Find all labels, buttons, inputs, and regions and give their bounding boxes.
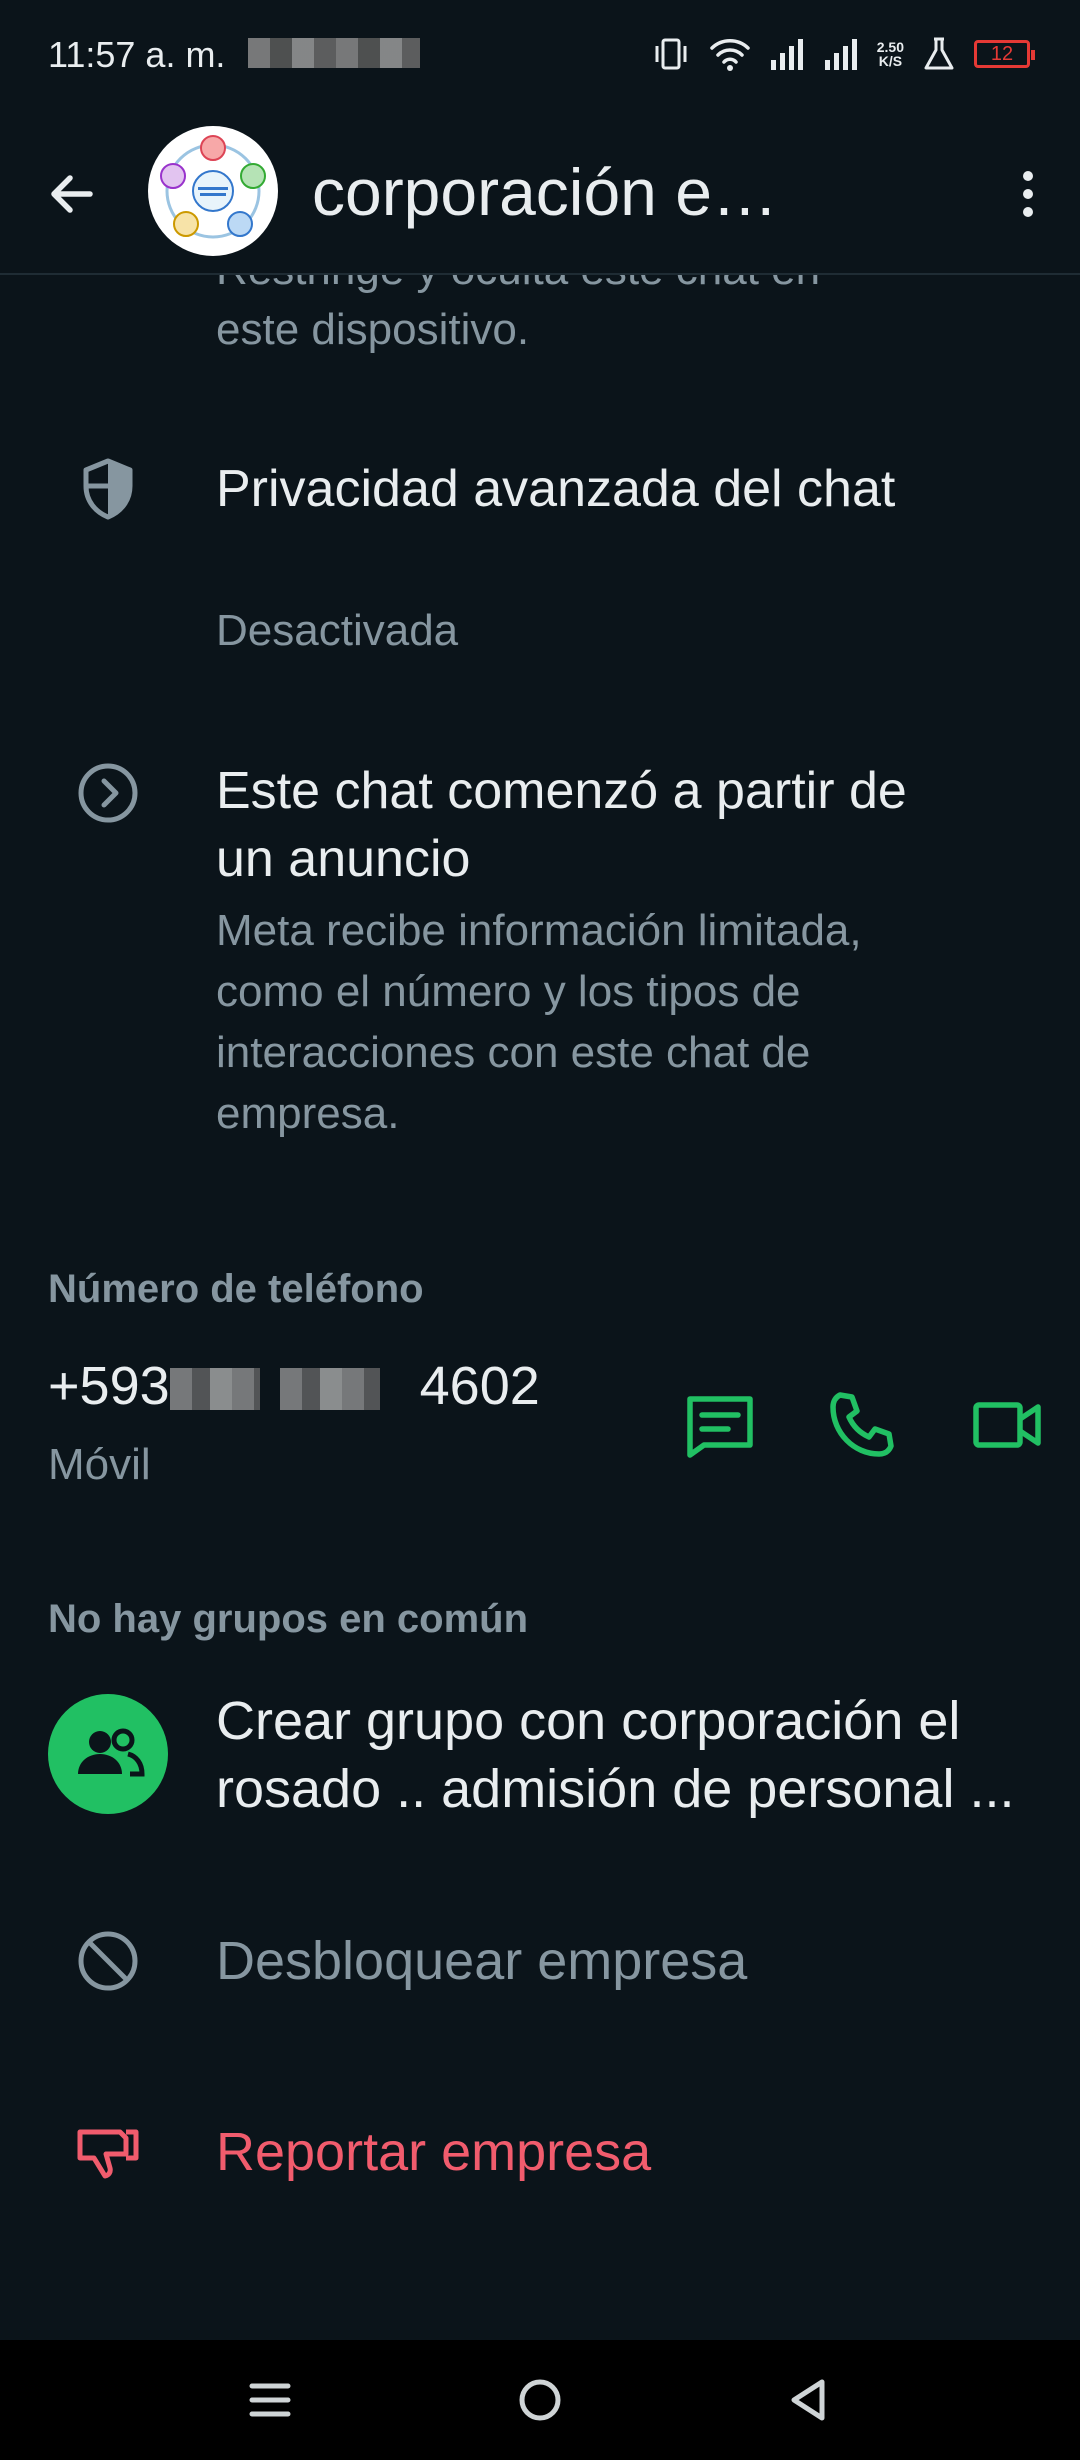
video-call-icon[interactable] (968, 1385, 1048, 1465)
home-nav-icon[interactable] (510, 2370, 570, 2430)
thumbs-down-icon (77, 2129, 139, 2179)
signal-icon-1 (770, 39, 803, 70)
block-icon (78, 1931, 138, 1991)
phone-number-redacted (170, 1368, 260, 1410)
ad-origin-title: Este chat comenzó a partir de un anuncio (216, 762, 907, 888)
groups-section-heading: No hay grupos en común (48, 1597, 529, 1641)
phone-section-heading: Número de teléfono (48, 1267, 424, 1311)
group-icon (78, 1728, 145, 1777)
advanced-privacy-title: Privacidad avanzada del chat (216, 460, 896, 518)
shield-icon (83, 458, 133, 520)
report-business-label: Reportar empresa (216, 2122, 652, 2182)
unblock-business-label: Desbloquear empresa (216, 1931, 748, 1991)
more-options-icon[interactable] (992, 158, 1064, 230)
phone-type-label: Móvil (48, 1440, 151, 1489)
vibrate-icon (655, 38, 687, 70)
lock-chat-description: Restringe y oculta este chat en este dis… (216, 275, 820, 354)
battery-icon: 12 (974, 40, 1035, 68)
ad-origin-description: Meta recibe información limitada, como e… (216, 906, 862, 1138)
chevron-circle-icon (78, 763, 138, 823)
chat-info-header: corporación el rosado .. admisión de per… (0, 110, 1080, 275)
status-bar: 11:57 a. m. 2.50 K/S 12 (0, 0, 1080, 110)
chat-info-content: Restringe y oculta este chat en este dis… (0, 275, 1080, 2340)
status-time: 11:57 a. m. (48, 34, 226, 75)
hr-logo-icon (151, 129, 275, 253)
create-group-label: Crear grupo con corporación el rosado ..… (216, 1691, 1015, 1819)
contact-name-title: corporación el rosado .. admisión de per… (312, 155, 792, 229)
system-nav-bar (0, 2340, 1080, 2460)
menu-nav-icon[interactable] (240, 2370, 300, 2430)
status-notification-blurred (248, 38, 420, 68)
flask-icon (924, 37, 954, 70)
contact-avatar[interactable] (148, 126, 278, 256)
back-nav-icon[interactable] (780, 2370, 840, 2430)
group-avatar (48, 1694, 168, 1814)
network-speed: 2.50 K/S (876, 39, 904, 69)
phone-icon[interactable] (822, 1385, 902, 1465)
signal-icon-2 (824, 39, 857, 70)
back-arrow-icon[interactable] (36, 158, 108, 230)
wifi-icon (710, 39, 750, 71)
phone-number-redacted (280, 1368, 380, 1410)
advanced-privacy-status: Desactivada (216, 606, 459, 655)
message-icon[interactable] (680, 1385, 760, 1465)
status-icons: 2.50 K/S 12 (651, 34, 1035, 74)
